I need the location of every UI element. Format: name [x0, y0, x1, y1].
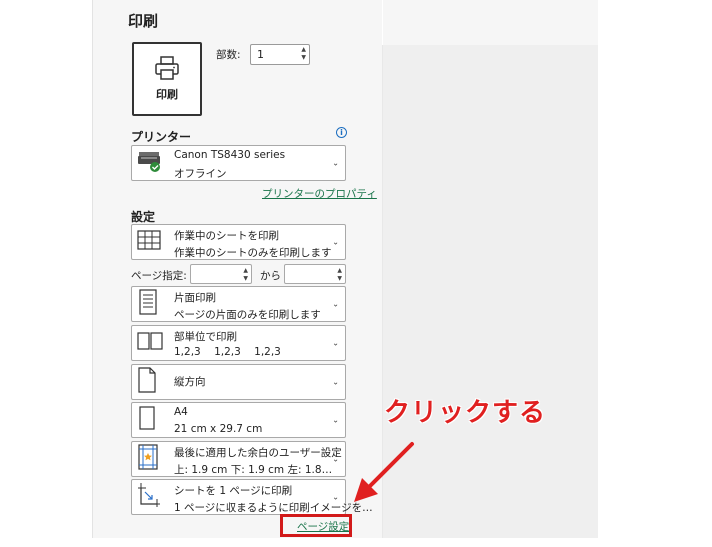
chevron-down-icon: ⌄ [332, 338, 339, 348]
page-range-label: ページ指定: [131, 270, 187, 282]
chevron-down-icon: ⌄ [332, 237, 339, 247]
printer-section-title: プリンター [131, 130, 192, 144]
chevron-down-icon: ⌄ [332, 454, 339, 464]
portrait-page-icon [137, 367, 157, 397]
margins-label: 最後に適用した余白のユーザー設定 [174, 447, 342, 459]
printer-icon [155, 56, 179, 80]
copies-label: 部数: [216, 49, 241, 61]
collate-icon [137, 331, 163, 355]
print-button[interactable]: 印刷 [132, 42, 202, 116]
copies-spinner[interactable]: ▲ ▼ [301, 46, 306, 62]
collate-label: 部単位で印刷 [174, 331, 237, 343]
paper-size-icon [137, 405, 157, 435]
margins-dropdown[interactable]: 最後に適用した余白のユーザー設定 上: 1.9 cm 下: 1.9 cm 左: … [131, 441, 346, 477]
print-scope-label: 作業中のシートを印刷 [174, 230, 279, 242]
page-title: 印刷 [128, 12, 159, 30]
paper-size-dropdown[interactable]: A4 21 cm x 29.7 cm ⌄ [131, 402, 346, 438]
sides-desc: ページの片面のみを印刷します [174, 309, 321, 321]
paper-size-label: A4 [174, 406, 188, 418]
annotation-text: クリックする [384, 398, 547, 428]
left-margin [0, 0, 92, 547]
highlight-box [280, 514, 352, 537]
chevron-down-icon: ⌄ [332, 377, 339, 387]
print-button-label: 印刷 [156, 88, 178, 101]
margins-desc: 上: 1.9 cm 下: 1.9 cm 左: 1.8… [174, 464, 333, 476]
scaling-dropdown[interactable]: シートを 1 ページに印刷 1 ページに収まるように印刷イメージを… ⌄ [131, 479, 373, 515]
chevron-down-icon: ⌄ [332, 158, 339, 168]
annotation-arrow [354, 442, 414, 502]
printer-properties-link[interactable]: プリンターのプロパティ [262, 186, 377, 201]
page-to-input[interactable]: ▲ ▼ [284, 264, 346, 284]
single-page-icon [137, 289, 159, 319]
copies-input[interactable]: 1 ▲ ▼ [250, 44, 310, 65]
printer-name: Canon TS8430 series [174, 149, 286, 161]
scaling-desc: 1 ページに収まるように印刷イメージを… [174, 502, 373, 514]
printer-dropdown[interactable]: Canon TS8430 series オフライン ⌄ [131, 145, 346, 181]
print-scope-desc: 作業中のシートのみを印刷します [174, 247, 332, 259]
fit-to-page-icon [137, 482, 161, 512]
print-scope-dropdown[interactable]: 作業中のシートを印刷 作業中のシートのみを印刷します ⌄ [131, 224, 346, 260]
scaling-label: シートを 1 ページに印刷 [174, 485, 293, 497]
page-to-label: から [260, 270, 281, 282]
page-to-spinner[interactable]: ▲ ▼ [337, 267, 342, 283]
info-icon[interactable]: i [336, 127, 347, 138]
sides-dropdown[interactable]: 片面印刷 ページの片面のみを印刷します ⌄ [131, 286, 346, 322]
page-from-input[interactable]: ▲ ▼ [190, 264, 252, 284]
printer-device-icon [137, 149, 163, 177]
paper-size-desc: 21 cm x 29.7 cm [174, 423, 263, 435]
chevron-down-icon: ⌄ [332, 492, 339, 502]
collate-dropdown[interactable]: 部単位で印刷 1,2,3 1,2,3 1,2,3 ⌄ [131, 325, 346, 361]
collate-desc: 1,2,3 1,2,3 1,2,3 [174, 346, 281, 358]
printer-status: オフライン [174, 168, 227, 180]
margins-icon [137, 444, 159, 474]
page-from-spinner[interactable]: ▲ ▼ [243, 267, 248, 283]
chevron-down-icon: ⌄ [332, 299, 339, 309]
copies-value: 1 [257, 48, 264, 61]
sides-label: 片面印刷 [174, 292, 216, 304]
orientation-label: 縦方向 [174, 376, 206, 388]
top-strip [383, 0, 598, 45]
settings-section-title: 設定 [131, 210, 156, 224]
chevron-down-icon: ⌄ [332, 415, 339, 425]
orientation-dropdown[interactable]: 縦方向 ⌄ [131, 364, 346, 400]
sheet-grid-icon [137, 230, 161, 254]
